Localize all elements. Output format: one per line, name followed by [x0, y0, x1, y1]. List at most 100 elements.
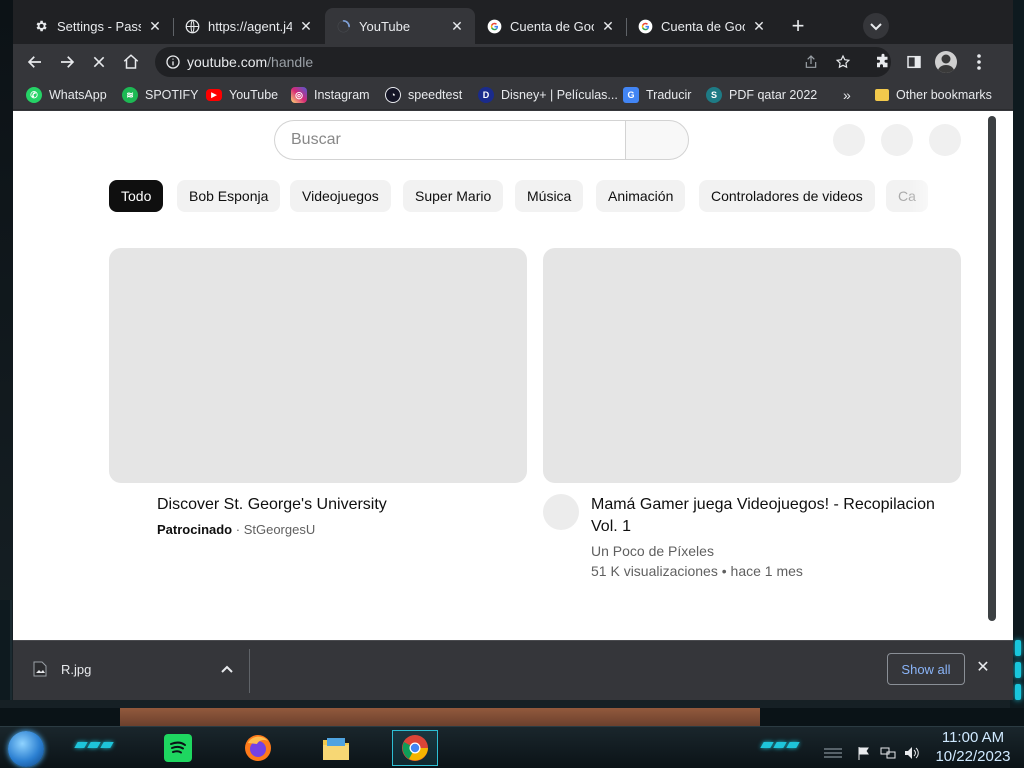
- scrollbar-thumb[interactable]: [988, 116, 996, 621]
- tab-search-button[interactable]: [863, 13, 889, 39]
- profile-avatar[interactable]: [935, 51, 957, 73]
- instagram-icon: ◎: [291, 87, 307, 103]
- network-icon[interactable]: [880, 746, 896, 760]
- home-icon: [123, 54, 139, 69]
- start-button[interactable]: [8, 731, 44, 767]
- tab-settings[interactable]: Settings - Passw ✕: [23, 8, 173, 44]
- download-shelf: R.jpg Show all ✕: [13, 640, 1013, 700]
- channel-avatar[interactable]: [543, 494, 579, 530]
- create-button[interactable]: [833, 124, 865, 156]
- url-host: youtube.com: [187, 54, 268, 70]
- side-panel-icon: [907, 55, 921, 69]
- tab-google-account-2[interactable]: Cuenta de Goog ✕: [627, 8, 777, 44]
- search-button[interactable]: [625, 120, 689, 160]
- bookmark-spotify[interactable]: ≋ SPOTIFY: [122, 85, 198, 105]
- puzzle-icon: [877, 53, 888, 68]
- avatar-icon: [937, 54, 955, 73]
- address-bar[interactable]: youtube.com/handle: [155, 47, 891, 77]
- channel-name[interactable]: StGeorgesU: [244, 522, 316, 537]
- chip-videojuegos[interactable]: Videojuegos: [290, 180, 391, 212]
- video-thumbnail[interactable]: [543, 248, 961, 483]
- tab-title: https://agent.j4v: [208, 18, 292, 34]
- scrollbar-track: [996, 111, 1013, 640]
- stop-button[interactable]: [85, 48, 113, 76]
- bookmark-youtube[interactable]: ▶ YouTube: [206, 85, 278, 105]
- video-title[interactable]: Mamá Gamer juega Videojuegos! - Recopila…: [591, 494, 951, 538]
- bookmark-label: SPOTIFY: [145, 88, 199, 102]
- google-translate-icon: G: [623, 87, 639, 103]
- divider: [249, 649, 250, 693]
- download-file-name: R.jpg: [61, 661, 92, 677]
- account-button[interactable]: [929, 124, 961, 156]
- chip-todo[interactable]: Todo: [109, 180, 164, 212]
- page-viewport: Todo Bob Esponja Videojuegos Super Mario…: [13, 111, 1013, 640]
- chip-super-mario[interactable]: Super Mario: [403, 180, 504, 212]
- chevron-up-icon[interactable]: [218, 661, 236, 679]
- video-thumbnail[interactable]: [109, 248, 527, 483]
- search-input[interactable]: [275, 121, 626, 159]
- chevron-down-icon: [870, 23, 882, 31]
- close-icon[interactable]: ✕: [298, 18, 314, 34]
- whatsapp-icon: ✆: [26, 87, 42, 103]
- other-bookmarks[interactable]: Other bookmarks: [875, 85, 992, 105]
- notifications-button[interactable]: [881, 124, 913, 156]
- url-path: /handle: [267, 54, 314, 70]
- bookmark-label: Instagram: [314, 88, 370, 102]
- close-icon[interactable]: ✕: [147, 18, 163, 34]
- bookmark-whatsapp[interactable]: ✆ WhatsApp: [26, 85, 107, 105]
- close-icon[interactable]: ✕: [974, 659, 992, 677]
- download-item[interactable]: R.jpg: [33, 661, 91, 677]
- bookmarks-overflow-button[interactable]: »: [843, 85, 851, 105]
- google-icon: [637, 18, 653, 34]
- star-icon[interactable]: [835, 54, 851, 70]
- tab-title: Settings - Passw: [57, 18, 141, 34]
- new-tab-button[interactable]: +: [785, 14, 811, 40]
- home-button[interactable]: [117, 48, 145, 76]
- bookmark-pdf-qatar[interactable]: S PDF qatar 2022: [706, 85, 817, 105]
- bookmark-instagram[interactable]: ◎ Instagram: [291, 85, 370, 105]
- tab-title: YouTube: [359, 18, 411, 34]
- video-meta: 51 K visualizaciones • hace 1 mes: [591, 563, 803, 579]
- bookmark-disney[interactable]: D Disney+ | Películas...: [478, 85, 618, 105]
- side-panel-button[interactable]: [904, 52, 924, 72]
- chrome-icon[interactable]: [392, 730, 438, 766]
- channel-name[interactable]: Un Poco de Píxeles: [591, 541, 714, 561]
- system-clock[interactable]: 11:00 AM 10/22/2023: [928, 728, 1018, 766]
- clock-date: 10/22/2023: [935, 748, 1011, 765]
- spotify-icon[interactable]: [158, 730, 198, 766]
- bookmark-speedtest[interactable]: ◔ speedtest: [385, 85, 462, 105]
- forward-button[interactable]: [53, 48, 81, 76]
- spotify-icon: ≋: [122, 87, 138, 103]
- chip-animacion[interactable]: Animación: [596, 180, 686, 212]
- menu-button[interactable]: [969, 52, 989, 72]
- bookmark-label: speedtest: [408, 88, 463, 102]
- share-icon[interactable]: [803, 54, 819, 70]
- close-icon[interactable]: ✕: [751, 18, 767, 34]
- show-all-button[interactable]: Show all: [887, 653, 965, 685]
- chip-controladores-de-videos[interactable]: Controladores de videos: [699, 180, 875, 212]
- flag-icon[interactable]: [856, 746, 872, 760]
- back-button[interactable]: [21, 48, 49, 76]
- extensions-button[interactable]: [873, 52, 893, 72]
- video-title[interactable]: Discover St. George's University: [157, 494, 517, 516]
- chip-bob-esponja[interactable]: Bob Esponja: [177, 180, 281, 212]
- tab-google-account-1[interactable]: Cuenta de Goog ✕: [476, 8, 626, 44]
- volume-icon[interactable]: [904, 746, 920, 760]
- firefox-icon[interactable]: [238, 730, 278, 766]
- close-icon[interactable]: ✕: [600, 18, 616, 34]
- url-text: youtube.com/handle: [187, 54, 313, 70]
- chip-fade: [908, 176, 968, 216]
- file-explorer-icon[interactable]: [316, 730, 356, 766]
- kebab-menu-icon: [977, 54, 981, 70]
- gear-icon: [33, 18, 49, 34]
- tray-overflow-icon[interactable]: [822, 746, 844, 760]
- chip-musica[interactable]: Música: [515, 180, 584, 212]
- tab-title: Cuenta de Goog: [510, 18, 594, 34]
- close-icon[interactable]: ✕: [449, 18, 465, 34]
- tab-youtube[interactable]: YouTube ✕: [325, 8, 475, 44]
- double-chevron-right-icon: »: [843, 87, 851, 103]
- bookmark-translate[interactable]: G Traducir: [623, 85, 691, 105]
- video-byline: Patrocinado · StGeorgesU: [157, 520, 315, 540]
- info-icon[interactable]: [165, 54, 181, 70]
- tab-agent[interactable]: https://agent.j4v ✕: [174, 8, 324, 44]
